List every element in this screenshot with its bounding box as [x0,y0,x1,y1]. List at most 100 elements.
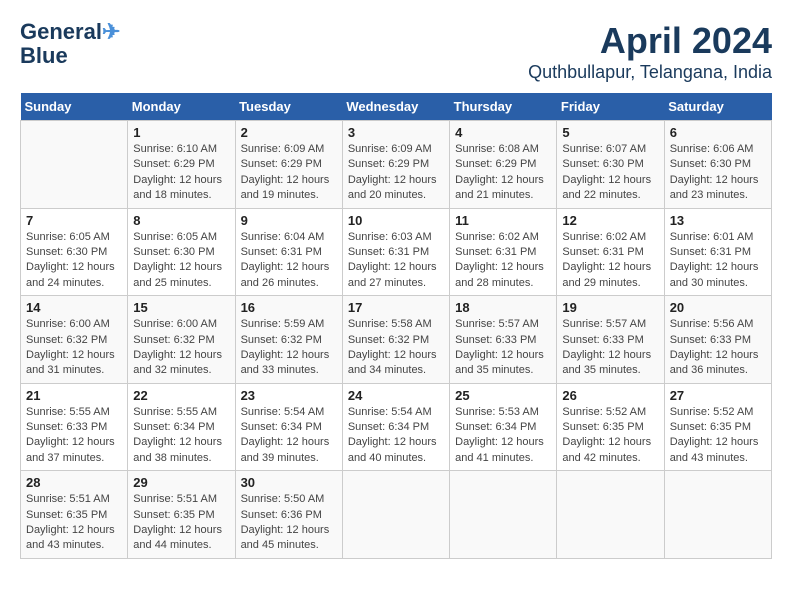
day-info: Sunrise: 5:51 AM Sunset: 6:35 PM Dayligh… [133,492,229,554]
day-cell [450,471,557,559]
day-number: 18 [455,300,551,315]
day-cell: 5 Sunrise: 6:07 AM Sunset: 6:30 PM Daylig… [557,121,664,209]
day-cell: 7 Sunrise: 6:05 AM Sunset: 6:30 PM Daylig… [21,208,128,296]
day-number: 9 [241,213,337,228]
day-cell: 19Sunrise: 5:57 AM Sunset: 6:33 PM Dayli… [557,296,664,384]
page-header: General✈Blue April 2024 Quthbullapur, Te… [20,20,772,83]
day-number: 23 [241,388,337,403]
day-cell: 28 Sunrise: 5:51 AM Sunset: 6:35 PM Dayli… [21,471,128,559]
day-info: Sunrise: 6:04 AM Sunset: 6:31 PM Dayligh… [241,230,337,292]
day-info: Sunrise: 6:09 AM Sunset: 6:29 PM Dayligh… [241,142,337,204]
day-cell: 18Sunrise: 5:57 AM Sunset: 6:33 PM Dayli… [450,296,557,384]
day-number: 20 [670,300,766,315]
day-cell: 29 Sunrise: 5:51 AM Sunset: 6:35 PM Dayli… [128,471,235,559]
day-info: Sunrise: 6:03 AM Sunset: 6:31 PM Dayligh… [348,230,444,292]
week-row-3: 14 Sunrise: 6:00 AM Sunset: 6:32 PM Dayli… [21,296,772,384]
day-number: 4 [455,125,551,140]
day-cell: 17Sunrise: 5:58 AM Sunset: 6:32 PM Dayli… [342,296,449,384]
day-number: 25 [455,388,551,403]
day-number: 13 [670,213,766,228]
day-number: 16 [241,300,337,315]
day-number: 26 [562,388,658,403]
day-number: 24 [348,388,444,403]
day-number: 12 [562,213,658,228]
day-number: 10 [348,213,444,228]
day-number: 14 [26,300,122,315]
day-number: 8 [133,213,229,228]
title-block: April 2024 Quthbullapur, Telangana, Indi… [528,20,772,83]
week-row-4: 21Sunrise: 5:55 AM Sunset: 6:33 PM Dayli… [21,383,772,471]
day-number: 5 [562,125,658,140]
week-row-2: 7 Sunrise: 6:05 AM Sunset: 6:30 PM Daylig… [21,208,772,296]
day-number: 22 [133,388,229,403]
day-info: Sunrise: 6:05 AM Sunset: 6:30 PM Dayligh… [26,230,122,292]
day-info: Sunrise: 6:09 AM Sunset: 6:29 PM Dayligh… [348,142,444,204]
day-number: 28 [26,475,122,490]
day-cell: 20 Sunrise: 5:56 AM Sunset: 6:33 PM Dayli… [664,296,771,384]
day-info: Sunrise: 6:05 AM Sunset: 6:30 PM Dayligh… [133,230,229,292]
day-info: Sunrise: 6:10 AM Sunset: 6:29 PM Dayligh… [133,142,229,204]
day-info: Sunrise: 6:02 AM Sunset: 6:31 PM Dayligh… [562,230,658,292]
day-cell: 4 Sunrise: 6:08 AM Sunset: 6:29 PM Daylig… [450,121,557,209]
day-info: Sunrise: 5:59 AM Sunset: 6:32 PM Dayligh… [241,317,337,379]
day-cell: 11 Sunrise: 6:02 AM Sunset: 6:31 PM Dayli… [450,208,557,296]
day-cell: 9 Sunrise: 6:04 AM Sunset: 6:31 PM Daylig… [235,208,342,296]
day-cell [557,471,664,559]
day-info: Sunrise: 5:56 AM Sunset: 6:33 PM Dayligh… [670,317,766,379]
day-info: Sunrise: 5:52 AM Sunset: 6:35 PM Dayligh… [562,405,658,467]
day-cell: 10 Sunrise: 6:03 AM Sunset: 6:31 PM Dayli… [342,208,449,296]
day-number: 6 [670,125,766,140]
day-number: 2 [241,125,337,140]
week-row-1: 1 Sunrise: 6:10 AM Sunset: 6:29 PM Daylig… [21,121,772,209]
day-number: 1 [133,125,229,140]
day-number: 27 [670,388,766,403]
day-info: Sunrise: 6:07 AM Sunset: 6:30 PM Dayligh… [562,142,658,204]
day-number: 29 [133,475,229,490]
location-title: Quthbullapur, Telangana, India [528,62,772,83]
col-header-monday: Monday [128,93,235,121]
day-info: Sunrise: 6:02 AM Sunset: 6:31 PM Dayligh… [455,230,551,292]
day-info: Sunrise: 6:01 AM Sunset: 6:31 PM Dayligh… [670,230,766,292]
day-cell: 27Sunrise: 5:52 AM Sunset: 6:35 PM Dayli… [664,383,771,471]
day-cell: 26 Sunrise: 5:52 AM Sunset: 6:35 PM Dayli… [557,383,664,471]
day-info: Sunrise: 5:50 AM Sunset: 6:36 PM Dayligh… [241,492,337,554]
day-number: 15 [133,300,229,315]
day-cell: 14 Sunrise: 6:00 AM Sunset: 6:32 PM Dayli… [21,296,128,384]
day-info: Sunrise: 5:54 AM Sunset: 6:34 PM Dayligh… [348,405,444,467]
col-header-tuesday: Tuesday [235,93,342,121]
day-info: Sunrise: 5:54 AM Sunset: 6:34 PM Dayligh… [241,405,337,467]
col-header-wednesday: Wednesday [342,93,449,121]
month-title: April 2024 [528,20,772,62]
day-cell [664,471,771,559]
day-cell: 3 Sunrise: 6:09 AM Sunset: 6:29 PM Daylig… [342,121,449,209]
day-info: Sunrise: 6:00 AM Sunset: 6:32 PM Dayligh… [26,317,122,379]
day-cell [342,471,449,559]
day-cell: 23 Sunrise: 5:54 AM Sunset: 6:34 PM Dayli… [235,383,342,471]
day-cell: 21Sunrise: 5:55 AM Sunset: 6:33 PM Dayli… [21,383,128,471]
day-number: 30 [241,475,337,490]
day-cell: 25Sunrise: 5:53 AM Sunset: 6:34 PM Dayli… [450,383,557,471]
logo: General✈Blue [20,20,120,68]
col-header-friday: Friday [557,93,664,121]
day-cell: 15 Sunrise: 6:00 AM Sunset: 6:32 PM Dayli… [128,296,235,384]
day-cell: 16 Sunrise: 5:59 AM Sunset: 6:32 PM Dayli… [235,296,342,384]
day-cell: 2 Sunrise: 6:09 AM Sunset: 6:29 PM Daylig… [235,121,342,209]
day-cell [21,121,128,209]
day-cell: 8 Sunrise: 6:05 AM Sunset: 6:30 PM Daylig… [128,208,235,296]
day-info: Sunrise: 5:51 AM Sunset: 6:35 PM Dayligh… [26,492,122,554]
col-header-sunday: Sunday [21,93,128,121]
day-number: 7 [26,213,122,228]
day-info: Sunrise: 5:55 AM Sunset: 6:34 PM Dayligh… [133,405,229,467]
day-number: 3 [348,125,444,140]
day-info: Sunrise: 6:08 AM Sunset: 6:29 PM Dayligh… [455,142,551,204]
day-number: 11 [455,213,551,228]
day-info: Sunrise: 6:06 AM Sunset: 6:30 PM Dayligh… [670,142,766,204]
day-info: Sunrise: 6:00 AM Sunset: 6:32 PM Dayligh… [133,317,229,379]
col-header-thursday: Thursday [450,93,557,121]
day-cell: 13 Sunrise: 6:01 AM Sunset: 6:31 PM Dayli… [664,208,771,296]
day-info: Sunrise: 5:58 AM Sunset: 6:32 PM Dayligh… [348,317,444,379]
day-cell: 22 Sunrise: 5:55 AM Sunset: 6:34 PM Dayli… [128,383,235,471]
day-cell: 1 Sunrise: 6:10 AM Sunset: 6:29 PM Daylig… [128,121,235,209]
day-cell: 30 Sunrise: 5:50 AM Sunset: 6:36 PM Dayli… [235,471,342,559]
logo-text: General✈Blue [20,20,120,68]
